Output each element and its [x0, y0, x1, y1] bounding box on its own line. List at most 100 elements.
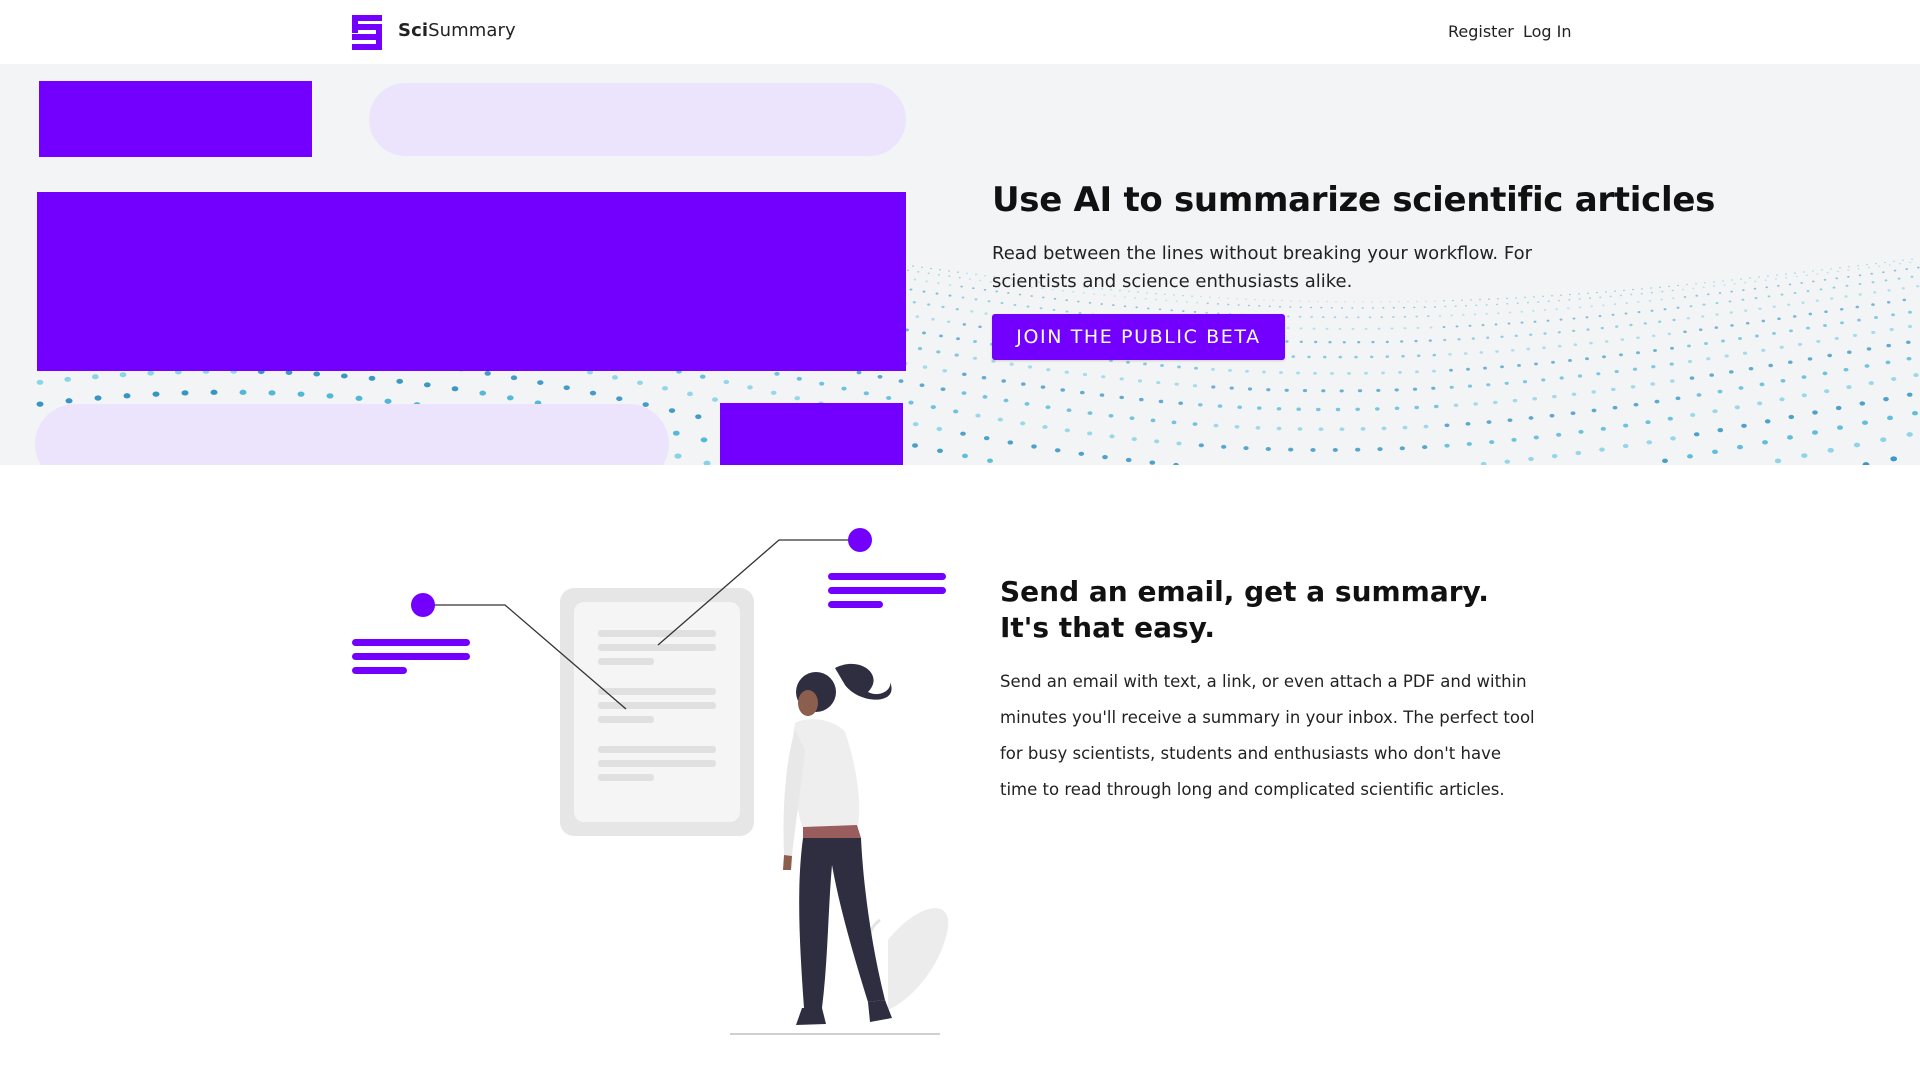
wave-dot [983, 288, 987, 291]
wave-dot [1415, 370, 1419, 374]
wave-dot [958, 276, 961, 279]
wave-dot [1846, 385, 1852, 390]
wave-dot [1556, 432, 1562, 437]
wave-dot [1623, 289, 1625, 292]
wave-dot [1414, 339, 1418, 343]
scisummary-logo-icon[interactable] [352, 15, 382, 50]
wave-dot [939, 269, 941, 271]
wave-dot [886, 396, 892, 400]
wave-dot [1687, 344, 1691, 348]
wave-dot [1326, 300, 1328, 303]
wave-dot [1830, 268, 1832, 270]
wave-dot [1506, 297, 1508, 299]
wave-dot [1150, 418, 1156, 423]
wave-dot [1546, 319, 1550, 322]
wave-dot [1333, 316, 1337, 319]
wave-dot [937, 448, 943, 454]
wave-dot [1567, 307, 1570, 310]
wave-dot [1667, 416, 1673, 421]
wave-dot [1533, 435, 1539, 440]
wave-dot [908, 400, 914, 405]
wave-dot [1722, 280, 1724, 282]
wave-dot [1857, 265, 1859, 267]
wave-dot [913, 278, 917, 281]
wave-dot [1777, 284, 1780, 287]
wave-dot [1585, 357, 1589, 361]
wave-dot [912, 301, 916, 304]
login-link[interactable]: Log In [1523, 22, 1572, 41]
wave-dot [1874, 316, 1878, 319]
wave-dot [1611, 387, 1616, 392]
wave-dot [1824, 310, 1828, 314]
wave-dot [1466, 367, 1470, 371]
join-beta-button[interactable]: JOIN THE PUBLIC BETA [992, 314, 1285, 360]
wave-dot [1743, 281, 1747, 284]
wave-dot [1789, 329, 1793, 333]
wave-dot [1529, 333, 1533, 336]
wave-dot [1793, 291, 1797, 294]
brand-name[interactable]: SciSummary [398, 20, 516, 41]
wave-dot [1788, 360, 1793, 364]
wave-dot [1859, 401, 1866, 406]
wave-dot [940, 387, 946, 392]
wave-dot [1087, 411, 1093, 415]
wave-dot [1543, 332, 1547, 335]
register-link[interactable]: Register [1448, 22, 1514, 41]
wave-dot [1470, 299, 1472, 301]
wave-dot [1361, 307, 1364, 309]
wave-dot [1485, 312, 1488, 315]
wave-dot [1389, 301, 1391, 303]
wave-dot [1462, 313, 1465, 316]
wave-dot [423, 382, 431, 388]
wave-dot [1322, 355, 1327, 359]
wave-dot [1709, 373, 1714, 377]
wave-dot [1542, 346, 1546, 350]
wave-dot [1636, 336, 1640, 340]
wave-dot [1871, 303, 1875, 306]
wave-dot [1003, 398, 1009, 403]
wave-dot [1702, 303, 1706, 306]
wave-dot [1285, 340, 1289, 343]
hero-placeholder-block [720, 403, 903, 465]
wave-dot [119, 372, 127, 378]
wave-dot [64, 376, 72, 382]
wave-dot [1504, 381, 1509, 385]
wave-dot [1765, 286, 1768, 289]
wave-dot [1247, 304, 1251, 307]
wave-dot [1909, 261, 1912, 264]
wave-dot [1218, 297, 1220, 299]
wave-dot [1194, 366, 1198, 370]
wave-dot [1801, 375, 1807, 379]
wave-dot [1443, 338, 1447, 342]
wave-dot [1721, 339, 1725, 343]
wave-dot [1543, 309, 1547, 312]
wave-dot [1489, 440, 1495, 445]
wave-dot [1887, 289, 1891, 292]
wave-dot [1428, 339, 1432, 342]
wave-dot [1670, 379, 1675, 383]
wave-dot [1077, 300, 1080, 303]
wave-dot [1572, 329, 1576, 333]
wave-dot [921, 266, 923, 268]
wave-dot [1416, 354, 1421, 358]
wave-dot [1695, 294, 1698, 297]
wave-dot [1693, 432, 1700, 437]
wave-dot [1156, 381, 1161, 385]
wave-dot [1468, 324, 1472, 327]
wave-dot [1299, 300, 1301, 302]
wave-dot [1650, 287, 1652, 289]
wave-dot [1449, 385, 1454, 389]
wave-dot [1046, 368, 1051, 372]
wave-dot [1262, 370, 1266, 374]
wave-dot [1568, 298, 1571, 301]
wave-dot [1598, 315, 1602, 318]
wave-dot [1669, 362, 1674, 366]
wave-dot [1826, 271, 1829, 274]
wave-dot [1425, 300, 1427, 302]
wave-dot [936, 426, 943, 432]
wave-dot [1526, 301, 1530, 304]
wave-dot [1192, 422, 1198, 426]
wave-dot [1788, 283, 1792, 286]
wave-dot [1245, 298, 1247, 300]
wave-dot [1742, 289, 1745, 292]
